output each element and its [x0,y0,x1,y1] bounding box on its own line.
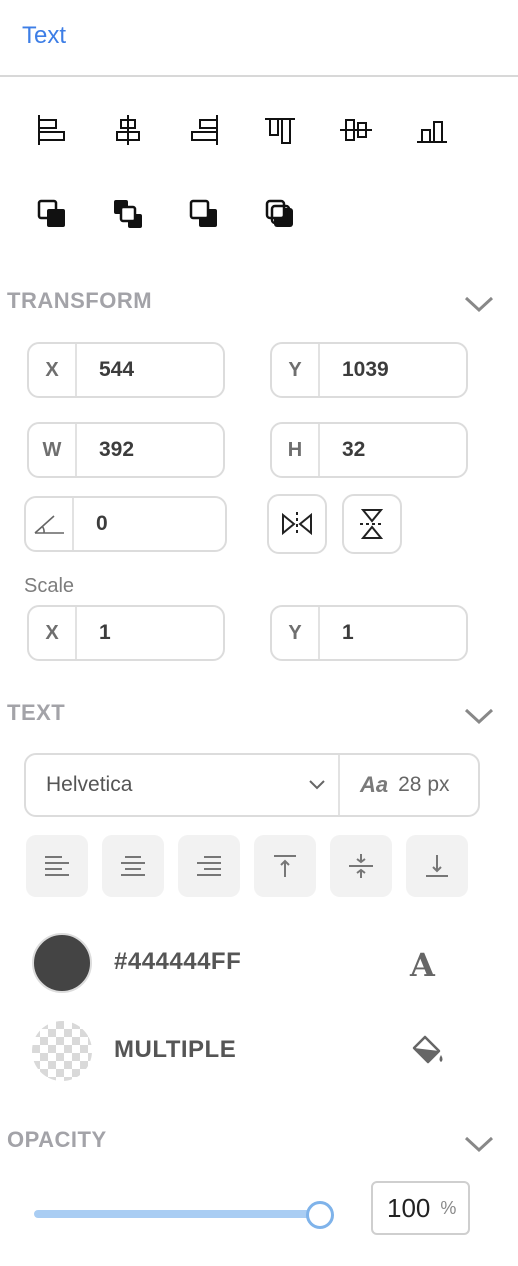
font-settings: Helvetica Aa 28 px [24,753,480,817]
opacity-section-title: OPACITY [7,1127,107,1152]
position-y-field[interactable]: Y 1039 [270,342,468,398]
bring-forward-icon[interactable] [28,190,76,238]
flip-horizontal-button[interactable] [267,494,327,554]
text-align-left-button[interactable] [26,835,88,897]
opacity-value[interactable]: 100 [387,1193,430,1224]
transform-section-title: TRANSFORM [7,288,153,313]
font-size-field[interactable]: Aa 28 px [340,755,478,815]
scale-y-label: Y [272,607,320,659]
align-vertical-center-icon[interactable] [332,106,380,154]
vertical-align-bottom-icon [426,855,448,877]
rotation-value[interactable]: 0 [74,512,108,536]
bring-to-front-icon[interactable] [104,190,152,238]
font-size-icon: Aa [360,772,389,797]
font-family-value: Helvetica [46,773,133,796]
fill-color-swatch[interactable] [32,1021,92,1081]
vertical-align-top-button[interactable] [254,835,316,897]
scale-x-label: X [29,607,77,659]
text-color-value[interactable]: #444444FF [114,948,241,976]
vertical-align-middle-icon [349,854,373,878]
align-right-icon[interactable] [180,106,228,154]
align-top-icon[interactable] [256,106,304,154]
angle-icon [26,498,74,550]
header-divider [0,75,518,77]
transform-collapse-chevron-icon[interactable] [462,292,496,316]
position-x-value[interactable]: 544 [77,358,134,382]
text-section-title: TEXT [7,700,66,725]
scale-y-field[interactable]: Y 1 [270,605,468,661]
text-collapse-chevron-icon[interactable] [462,704,496,728]
scale-x-field[interactable]: X 1 [27,605,225,661]
text-align-right-icon [197,856,221,876]
width-field[interactable]: W 392 [27,422,225,478]
vertical-align-top-icon [274,855,296,877]
scale-x-value[interactable]: 1 [77,621,111,645]
align-left-icon[interactable] [28,106,76,154]
align-bottom-icon[interactable] [408,106,456,154]
position-y-value[interactable]: 1039 [320,358,389,382]
opacity-unit: % [440,1197,457,1218]
send-to-back-icon[interactable] [256,190,304,238]
opacity-collapse-chevron-icon[interactable] [462,1132,496,1156]
font-family-select[interactable]: Helvetica [26,755,340,815]
width-value[interactable]: 392 [77,438,134,462]
position-y-label: Y [272,344,320,396]
height-value[interactable]: 32 [320,438,365,462]
chevron-down-icon [309,780,325,790]
send-backward-icon[interactable] [180,190,228,238]
scale-y-value[interactable]: 1 [320,621,354,645]
font-size-value[interactable]: 28 px [398,773,449,797]
tab-text[interactable]: Text [22,22,66,50]
text-color-a-icon[interactable]: A [410,946,435,984]
fill-color-value[interactable]: MULTIPLE [114,1036,236,1064]
text-align-center-button[interactable] [102,835,164,897]
flip-horizontal-icon [282,512,312,536]
vertical-align-middle-button[interactable] [330,835,392,897]
text-color-swatch[interactable] [32,933,92,993]
text-align-right-button[interactable] [178,835,240,897]
opacity-slider-thumb[interactable] [306,1201,334,1229]
position-x-field[interactable]: X 544 [27,342,225,398]
opacity-slider-track[interactable] [34,1210,326,1218]
vertical-align-bottom-button[interactable] [406,835,468,897]
text-align-center-icon [121,856,145,876]
height-field[interactable]: H 32 [270,422,468,478]
scale-label: Scale [24,575,75,597]
width-label: W [29,424,77,476]
text-align-left-icon [45,856,69,876]
align-horizontal-center-icon[interactable] [104,106,152,154]
flip-vertical-button[interactable] [342,494,402,554]
position-x-label: X [29,344,77,396]
flip-vertical-icon [360,509,384,539]
height-label: H [272,424,320,476]
opacity-input[interactable]: 100 % [371,1181,470,1235]
rotation-field[interactable]: 0 [24,496,227,552]
paint-bucket-icon[interactable] [408,1031,446,1069]
